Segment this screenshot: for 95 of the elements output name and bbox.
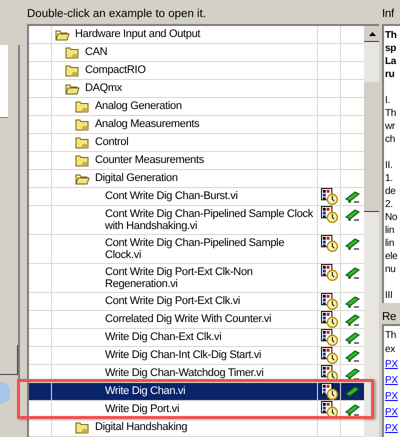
scroll-thumb[interactable] [364, 82, 379, 212]
info-text: 2. [385, 198, 394, 211]
tree-row[interactable]: Write Dig Chan-Int Clk-Dig Start.vi [29, 347, 364, 365]
probe-icon [344, 295, 360, 309]
info-text: wr [385, 120, 396, 133]
tree-row[interactable]: Write Dig Chan-Ext Clk.vi [29, 329, 364, 347]
probe-icon [344, 208, 360, 222]
requirements-text: ex [385, 343, 396, 357]
probe-icon [344, 190, 360, 204]
probe-icon [344, 313, 360, 327]
vi-clock-icon [320, 293, 338, 310]
tree-row[interactable]: Cont Write Dig Port-Ext Clk-Non Regeneration.vi [29, 264, 364, 293]
hardware-link[interactable]: PX [385, 389, 400, 405]
example-label: Write Dig Chan.vi [105, 384, 186, 399]
requirements-text: Th [385, 329, 398, 343]
vi-clock-icon [320, 264, 338, 281]
vi-clock-icon [320, 188, 338, 205]
tree-row[interactable]: Analog Measurements [29, 116, 364, 134]
folder-label: Counter Measurements [95, 153, 205, 168]
probe-icon [344, 237, 360, 251]
vi-clock-icon [320, 383, 338, 400]
folder-label: CompactRIO [85, 63, 147, 78]
folder-label: Analog Measurements [95, 117, 200, 132]
tree-row[interactable]: Digital Handshaking [29, 419, 364, 437]
info-text: de [385, 184, 397, 198]
info-text: III [385, 288, 394, 302]
info-text: 1. [385, 172, 394, 185]
example-label: Write Dig Port.vi [105, 402, 180, 417]
vi-clock-icon [320, 311, 338, 328]
requirements-label: Re [382, 310, 398, 324]
vi-clock-icon [320, 401, 338, 418]
info-text: I. [385, 94, 391, 107]
vi-clock-icon [320, 365, 338, 382]
hardware-link[interactable]: PX [385, 421, 400, 437]
probe-icon [344, 367, 360, 381]
vi-clock-icon [320, 347, 338, 364]
tree-row[interactable]: Cont Write Dig Chan-Pipelined Sample Clock.vi [29, 235, 364, 264]
vi-clock-icon [320, 235, 338, 252]
info-text: lin [385, 224, 396, 237]
hint-text: Double-click an example to open it. [27, 7, 207, 22]
example-label: Cont Write Dig Chan-Pipelined Sample Clock with Handshaking.vi [105, 207, 314, 234]
probe-icon [344, 385, 360, 399]
scrollbar[interactable] [364, 26, 379, 437]
probe-icon [344, 331, 360, 345]
folder-label: Digital Generation [95, 171, 179, 186]
hardware-link[interactable]: PX [385, 357, 400, 373]
folder-label: Hardware Input and Output [75, 27, 202, 42]
tree-row[interactable]: Hardware Input and Output [29, 26, 364, 44]
tree-row[interactable]: Correlated Dig Write With Counter.vi [29, 311, 364, 329]
folder-label: CAN [85, 45, 108, 60]
vi-clock-icon [320, 329, 338, 346]
tree-row[interactable]: Cont Write Dig Port-Ext Clk.vi [29, 293, 364, 311]
example-label: Correlated Dig Write With Counter.vi [105, 312, 272, 327]
example-label: Cont Write Dig Chan-Pipelined Sample Clock.vi [105, 236, 286, 263]
info-text: Th [385, 106, 398, 120]
tree-row[interactable]: Cont Write Dig Chan-Pipelined Sample Clock with Handshaking.vi [29, 206, 364, 235]
tree-row[interactable]: Control [29, 134, 364, 152]
vi-clock-icon [320, 206, 338, 223]
info-text: No [385, 210, 398, 224]
probe-icon [344, 403, 360, 417]
scroll-up-button[interactable] [364, 26, 379, 42]
example-label: Write Dig Chan-Ext Clk.vi [105, 330, 222, 345]
info-text: ru [385, 68, 396, 81]
example-label: Cont Write Dig Port-Ext Clk.vi [105, 294, 242, 309]
tree-row[interactable]: CompactRIO [29, 62, 364, 80]
info-text: nu [385, 262, 397, 276]
probe-icon [344, 266, 360, 280]
tree-row[interactable]: CAN [29, 44, 364, 62]
tree-row[interactable]: Write Dig Chan.vi [29, 383, 364, 401]
info-text: sp [385, 42, 398, 55]
example-label: Cont Write Dig Port-Ext Clk-Non Regeneration.vi [105, 265, 254, 292]
info-text: ch [385, 132, 396, 146]
info-text: Th [385, 28, 398, 42]
folder-label: DAQmx [85, 81, 124, 96]
info-text: II. [385, 158, 394, 172]
info-label: Inf [382, 7, 396, 22]
tree-row[interactable]: Digital Generation [29, 170, 364, 188]
info-text: ele [385, 250, 398, 263]
folder-label: Control [95, 135, 130, 150]
example-label: Write Dig Chan-Int Clk-Dig Start.vi [105, 348, 262, 363]
example-label: Cont Write Dig Chan-Burst.vi [105, 189, 239, 204]
example-label: Write Dig Chan-Watchdog Timer.vi [105, 366, 265, 381]
tree-row[interactable]: Counter Measurements [29, 152, 364, 170]
info-text: La [385, 54, 398, 68]
folder-label: Digital Handshaking [95, 420, 188, 435]
tree-row[interactable]: Cont Write Dig Chan-Burst.vi [29, 188, 364, 206]
hardware-link[interactable]: PX [385, 373, 400, 389]
tree-row[interactable]: Analog Generation [29, 98, 364, 116]
hardware-link[interactable]: PX [385, 405, 400, 421]
probe-icon [344, 349, 360, 363]
folder-label: Analog Generation [95, 99, 183, 114]
info-text: lin [385, 236, 396, 250]
up-arrow-icon [368, 32, 376, 36]
side-button[interactable] [0, 345, 18, 375]
tree-row[interactable]: DAQmx [29, 80, 364, 98]
